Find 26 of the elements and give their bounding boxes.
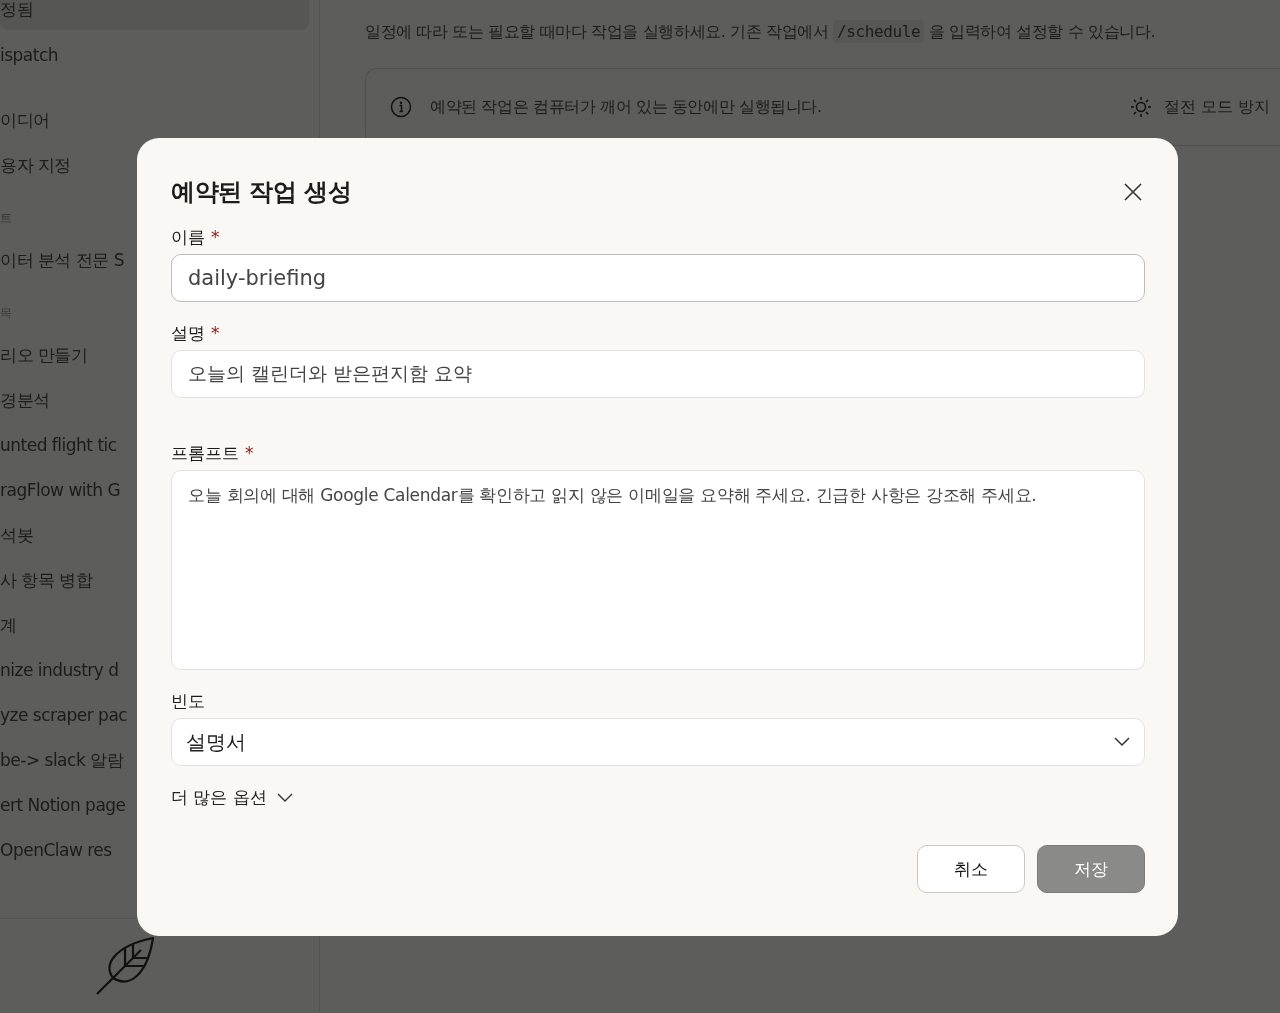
required-mark: * [211, 323, 220, 343]
sidebar-item[interactable]: ispatch [0, 33, 309, 78]
field-label: 프롬프트 [171, 442, 239, 465]
prompt-field[interactable]: 오늘 회의에 대해 Google Calendar를 확인하고 읽지 않은 이메일을 요약해 주세요. 긴급한 사항은 강조해 주세요. [171, 470, 1145, 670]
close-icon[interactable] [1124, 183, 1142, 201]
input-field[interactable]: 오늘의 캘린더와 받은편지함 요약 [171, 350, 1145, 398]
leaf-icon [94, 936, 155, 996]
dialog-title: 예약된 작업 생성 [171, 177, 352, 208]
more-options-toggle[interactable]: 더 많은 옵션 [171, 786, 293, 809]
chevron-down-icon [1114, 737, 1130, 747]
field-label: 빈도 [171, 690, 205, 713]
info-icon [390, 96, 412, 118]
required-mark: * [211, 227, 220, 247]
cancel-button[interactable]: 취소 [917, 845, 1025, 893]
input-field[interactable]: daily-briefing [171, 254, 1145, 302]
intro-text: 일정에 따라 또는 필요할 때마다 작업을 실행하세요. 기존 작업에서 /schedule 을 입력하여 설정할 수 있습니다. [365, 20, 1157, 44]
sidebar-item[interactable]: 정됨 [0, 0, 309, 30]
notice-text: 예약된 작업은 컴퓨터가 깨어 있는 동안에만 실행됩니다. [430, 96, 823, 118]
required-mark: * [245, 443, 254, 463]
chevron-down-icon [276, 792, 293, 803]
save-button[interactable]: 저장 [1037, 845, 1145, 893]
field-label: 설명 [171, 322, 205, 345]
keep-awake-button[interactable]: 절전 모드 방지 [1129, 96, 1270, 118]
frequency-dropdown[interactable]: 설명서 [171, 718, 1145, 766]
sun-icon [1129, 96, 1152, 118]
field-label: 이름 [171, 226, 205, 249]
